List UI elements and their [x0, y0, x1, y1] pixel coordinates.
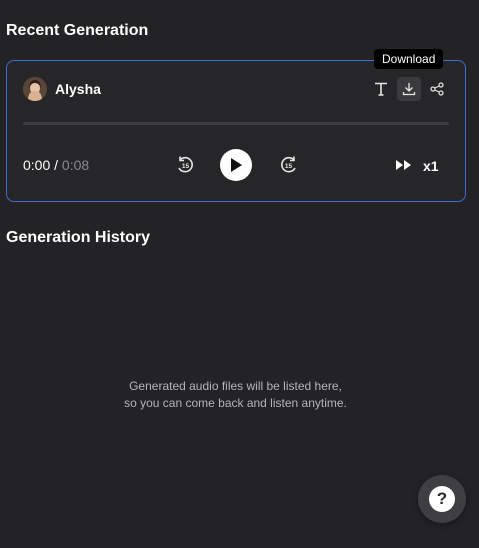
download-tooltip: Download: [374, 49, 444, 69]
download-icon[interactable]: [397, 77, 421, 101]
play-icon: [231, 158, 242, 172]
current-time: 0:00: [23, 157, 51, 173]
help-button[interactable]: ?: [418, 475, 466, 523]
forward-seconds: 15: [285, 163, 293, 170]
text-icon[interactable]: [369, 77, 393, 101]
rewind-seconds: 15: [182, 163, 190, 170]
progress-bar[interactable]: [23, 122, 449, 125]
share-icon[interactable]: [425, 77, 449, 101]
generation-history-title: Generation History: [6, 229, 151, 246]
playback-time: 0:00 / 0:08: [23, 157, 89, 173]
audio-player-card: Alysha 0:00 / 0:08 15 15 x1: [6, 60, 466, 202]
rewind-15-icon[interactable]: 15: [173, 153, 197, 177]
play-button[interactable]: [220, 149, 252, 181]
playback-speed[interactable]: x1: [423, 158, 439, 174]
empty-message-line-1: Generated audio files will be listed her…: [129, 379, 342, 393]
recent-generation-title: Recent Generation: [6, 22, 149, 39]
time-separator: /: [50, 157, 62, 173]
forward-15-icon[interactable]: 15: [277, 153, 301, 177]
total-time: 0:08: [61, 157, 90, 173]
voice-name: Alysha: [55, 81, 101, 97]
empty-message-line-2: so you can come back and listen anytime.: [124, 396, 347, 410]
empty-history-message: Generated audio files will be listed her…: [0, 378, 471, 412]
fast-forward-icon[interactable]: [394, 156, 414, 174]
voice-avatar: [23, 77, 47, 101]
help-icon: ?: [429, 486, 455, 512]
page: Recent Generation Alysha 0:00 / 0:08 15 …: [0, 0, 479, 548]
